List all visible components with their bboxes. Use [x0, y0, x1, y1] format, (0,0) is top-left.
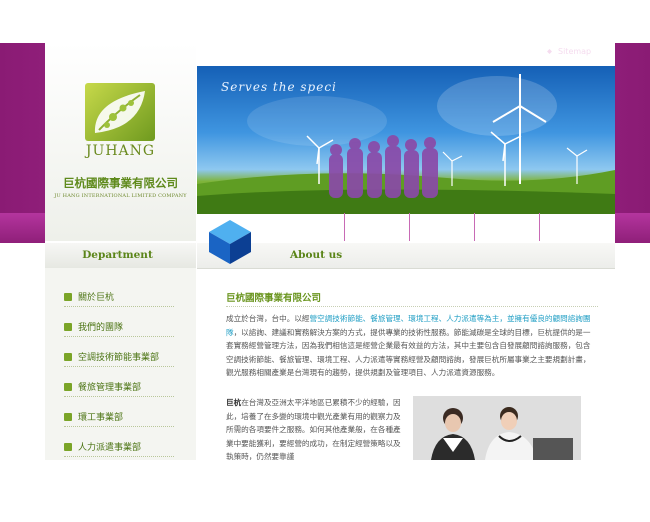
sidebar-item-hospitality[interactable]: 餐旅管理事業部 [64, 380, 174, 397]
sidebar-item-label: 環工事業部 [78, 413, 124, 423]
logo-wordmark: JUHANG [85, 143, 156, 159]
intro-text-start: 成立於台灣，台中。以經 [226, 314, 310, 323]
sidebar-item-team[interactable]: 我們的團隊 [64, 320, 174, 337]
green-square-icon [64, 353, 72, 361]
sidebar-item-staffing[interactable]: 人力派遣事業部 [64, 440, 174, 457]
green-square-icon [64, 413, 72, 421]
nav-services[interactable]: 服務項目 [409, 213, 474, 241]
nav-cases[interactable]: 成功案例 [474, 213, 539, 241]
nav-about[interactable]: 關於巨杭 [280, 213, 344, 241]
sidebar-item-label: 空調技術節能事業部 [78, 353, 160, 363]
company-name-en: JU HANG INTERNATIONAL LIMITED COMPANY [54, 193, 187, 199]
banner-slogan: Serves the speci [221, 80, 337, 94]
intro-paragraph: 成立於台灣，台中。以經營空調技術節能、餐旅管理、環境工程、人力派遣等為主，並擁有… [226, 312, 598, 380]
blue-cube-icon [209, 220, 251, 264]
sidebar-item-hvac[interactable]: 空調技術節能事業部 [64, 350, 174, 367]
sitemap-link[interactable]: Sitemap [558, 47, 591, 56]
intro-text-end: ，以諮詢、建議和實務解決方案的方式，提供專業的技術性服務。節能減碳是全球的目標，… [226, 327, 591, 378]
company-name-cn: 巨杭國際事業有限公司 [63, 176, 178, 190]
main-nav: 關於巨杭 最新消息 服務項目 成功案例 聯絡我們 [280, 213, 604, 241]
department-title: Department [82, 249, 153, 261]
sidebar-item-label: 人力派遣事業部 [78, 443, 142, 453]
nav-contact[interactable]: 聯絡我們 [539, 213, 604, 241]
logo-panel: JUHANG 巨杭國際事業有限公司 JU HANG INTERNATIONAL … [45, 43, 196, 241]
sidebar-item-label: 關於巨杭 [78, 293, 115, 303]
sidebar-item-label: 餐旅管理事業部 [78, 383, 142, 393]
experience-lead: 巨杭 [226, 398, 242, 407]
sidebar-item-about[interactable]: 關於巨杭 [64, 290, 174, 307]
page-bottom-fade [0, 460, 650, 522]
sidebar-item-label: 我們的團隊 [78, 323, 124, 333]
hero-banner: Serves the speci [197, 66, 615, 214]
about-title: About us [290, 249, 343, 261]
nav-news[interactable]: 最新消息 [344, 213, 409, 241]
leaf-logo-icon [85, 83, 155, 141]
green-square-icon [64, 443, 72, 451]
content-heading: 巨杭國際事業有限公司 [226, 293, 322, 304]
business-meeting-photo [413, 396, 581, 460]
green-square-icon [64, 323, 72, 331]
content-divider [226, 306, 598, 307]
sidebar-item-environmental[interactable]: 環工事業部 [64, 410, 174, 427]
green-square-icon [64, 383, 72, 391]
experience-text: 在台灣及亞洲太平洋地區已累積不少的經驗，因此，培養了在多變的環境中觀光產業有用的… [226, 398, 401, 462]
green-square-icon [64, 293, 72, 301]
about-header-bar [197, 243, 615, 269]
experience-paragraph: 巨杭在台灣及亞洲太平洋地區已累積不少的經驗，因此，培養了在多變的環境中觀光產業有… [226, 396, 403, 464]
